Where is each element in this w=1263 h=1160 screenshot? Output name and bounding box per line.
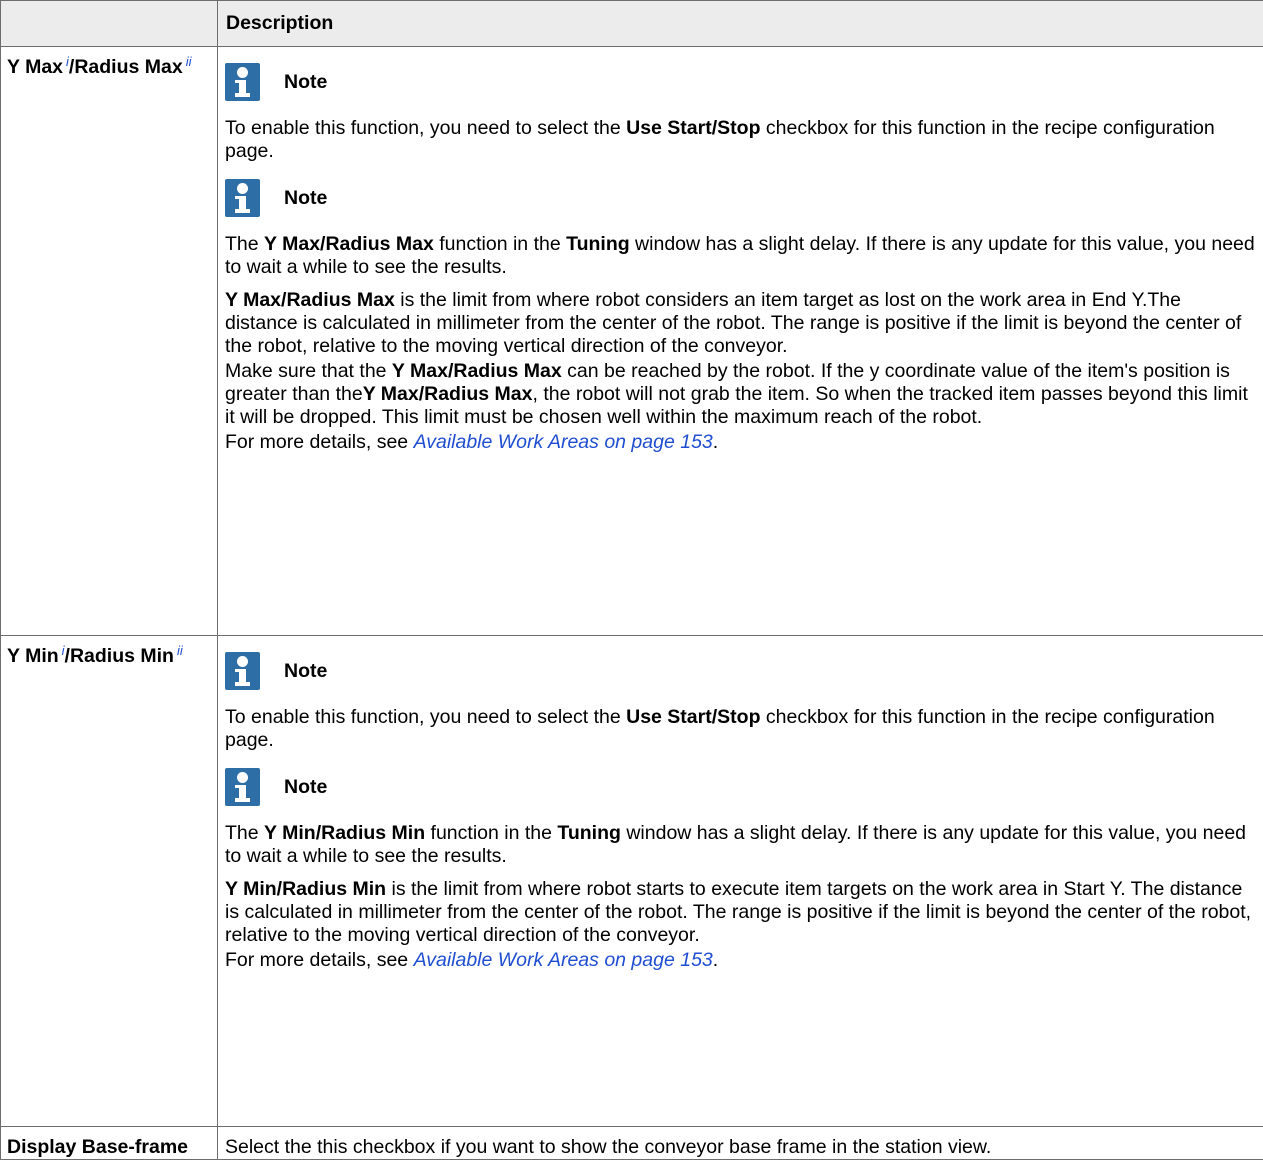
parameter-table: Description Y Maxi/Radius Maxii Note To …	[0, 0, 1263, 1160]
body-paragraph: Make sure that the Y Max/Radius Max can …	[225, 360, 1255, 429]
body-paragraph: Y Min/Radius Min is the limit from where…	[225, 878, 1255, 947]
note-label: Note	[284, 71, 327, 94]
description-cell: Note To enable this function, you need t…	[218, 636, 1263, 1127]
info-icon	[225, 652, 260, 690]
note-text: To enable this function, you need to sel…	[225, 117, 1255, 163]
note-label: Note	[284, 660, 327, 683]
parameter-name: Y Mini/Radius Minii	[1, 636, 218, 1127]
more-details: For more details, see Available Work Are…	[225, 949, 1255, 972]
note-label: Note	[284, 776, 327, 799]
footnote-ref[interactable]: ii	[177, 643, 183, 658]
note-text: The Y Max/Radius Max function in the Tun…	[225, 233, 1255, 279]
body-paragraph: Y Max/Radius Max is the limit from where…	[225, 289, 1255, 358]
info-icon	[225, 768, 260, 806]
header-parameter-cell	[1, 1, 218, 47]
footnote-ref[interactable]: ii	[186, 54, 192, 69]
table-row: Y Mini/Radius Minii Note To enable this …	[1, 636, 1263, 1127]
table-header-row: Description	[1, 1, 1263, 47]
parameter-name: Display Base-frame	[1, 1127, 218, 1160]
header-description-cell: Description	[218, 1, 1263, 47]
note-block: Note	[225, 648, 1255, 694]
note-block: Note	[225, 59, 1255, 105]
note-text: The Y Min/Radius Min function in the Tun…	[225, 822, 1255, 868]
cross-reference-link[interactable]: Available Work Areas on page 153	[414, 431, 713, 453]
description-cell: Note To enable this function, you need t…	[218, 47, 1263, 636]
info-icon	[225, 63, 260, 101]
more-details: For more details, see Available Work Are…	[225, 431, 1255, 454]
note-label: Note	[284, 187, 327, 210]
note-block: Note	[225, 175, 1255, 221]
table-row: Display Base-frame Select the this check…	[1, 1127, 1263, 1160]
cross-reference-link[interactable]: Available Work Areas on page 153	[414, 949, 713, 971]
description-cell: Select the this checkbox if you want to …	[218, 1127, 1263, 1160]
note-block: Note	[225, 764, 1255, 810]
info-icon	[225, 179, 260, 217]
parameter-name: Y Maxi/Radius Maxii	[1, 47, 218, 636]
note-text: To enable this function, you need to sel…	[225, 706, 1255, 752]
table-row: Y Maxi/Radius Maxii Note To enable this …	[1, 47, 1263, 636]
